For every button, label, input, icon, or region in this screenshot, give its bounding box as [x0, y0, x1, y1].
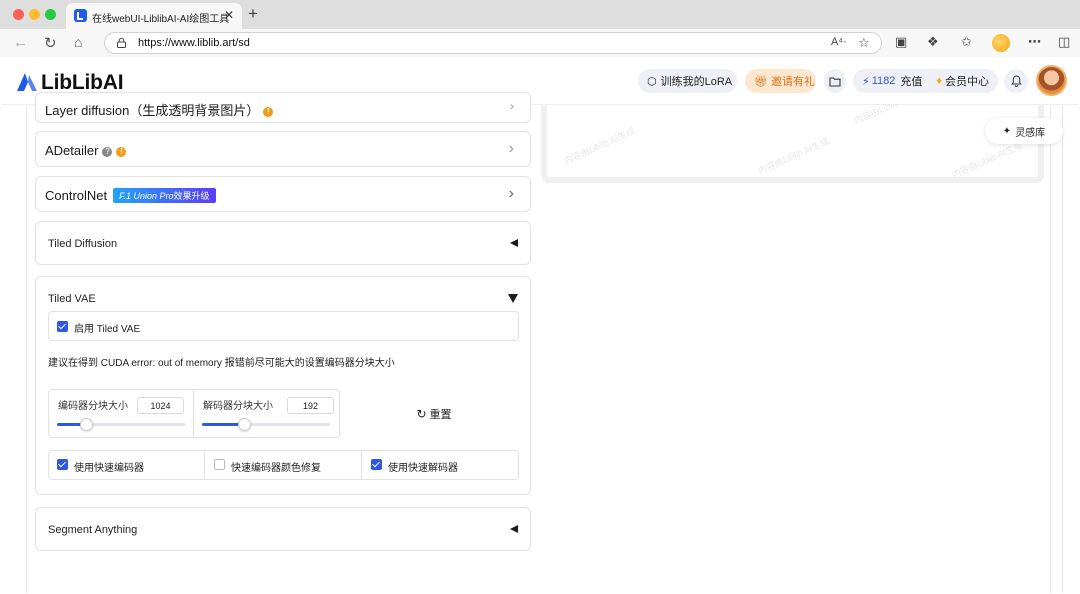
chevron-right-icon[interactable]: ›	[509, 140, 514, 158]
browser-nav-bar: ← ↻ ⌂ https://www.liblib.art/sd A⁴· ☆ ▣ …	[0, 29, 1080, 57]
train-lora-label: 训练我的LoRA	[660, 76, 733, 88]
new-tab-button[interactable]: +	[248, 4, 258, 24]
liblib-favicon-icon	[74, 9, 87, 22]
segment-anything-panel[interactable]: Segment Anything	[35, 507, 531, 551]
encoder-tile-slider-thumb[interactable]	[79, 418, 93, 431]
collections-icon[interactable]: ▣	[895, 34, 907, 50]
url-text: https://www.liblib.art/sd	[138, 37, 250, 49]
browser-tab-active[interactable]: 在线webUI-LiblibAI-AI绘图工具 ✕	[66, 3, 242, 29]
content-divider-right	[1050, 105, 1051, 593]
adetailer-panel[interactable]: ADetailer?! ›	[35, 131, 531, 167]
fast-encoder-color-fix-checkbox[interactable]	[214, 459, 225, 470]
favorites-list-icon[interactable]: ✩	[961, 34, 972, 50]
train-lora-button[interactable]: ⬡ 训练我的LoRA	[638, 69, 737, 93]
diamond-icon: ♦	[936, 75, 943, 87]
reset-icon: ↻	[416, 406, 427, 421]
fast-decoder-label: 使用快速解码器	[388, 463, 458, 474]
fast-encoder-checkbox[interactable]	[57, 459, 68, 470]
credits-count: 1182	[871, 75, 896, 87]
scrollbar-track[interactable]	[1062, 105, 1063, 593]
tiled-vae-title: Tiled VAE	[48, 293, 96, 305]
memory-note: 建议在得到 CUDA error: out of memory 报错前尽可能大的…	[48, 358, 395, 369]
member-center-label[interactable]: 会员中心	[945, 73, 989, 89]
chevron-right-icon[interactable]: ›	[510, 99, 514, 113]
chevron-right-icon[interactable]: ›	[509, 185, 514, 203]
home-icon[interactable]: ⌂	[74, 34, 82, 50]
browser-tab-bar: 在线webUI-LiblibAI-AI绘图工具 ✕ +	[0, 0, 1080, 29]
decoder-tile-label: 解码器分块大小	[203, 401, 273, 412]
extensions-icon[interactable]: ❖	[927, 34, 939, 50]
tiled-diffusion-panel[interactable]: Tiled Diffusion	[35, 221, 531, 265]
enable-tiled-vae-label: 启用 Tiled VAE	[74, 324, 141, 335]
address-bar[interactable]: https://www.liblib.art/sd A⁴· ☆	[104, 32, 882, 54]
favorite-star-icon[interactable]: ☆	[858, 35, 870, 51]
controlnet-title: ControlNet F.1 Union Pro效果升级	[45, 188, 216, 203]
reset-button[interactable]: ↻ 重置	[349, 389, 519, 438]
read-aloud-icon[interactable]: A⁴·	[831, 36, 847, 48]
decoder-tile-slider[interactable]	[202, 418, 330, 431]
encoder-tile-input[interactable]: 1024	[137, 397, 184, 414]
warning-icon: !	[263, 107, 274, 117]
help-icon[interactable]: ?	[102, 147, 113, 157]
fast-encoder-color-fix-label: 快速编码器颜色修复	[231, 463, 321, 474]
cube-icon: ⬡	[647, 75, 657, 88]
segment-anything-title: Segment Anything	[48, 524, 138, 536]
fast-decoder-checkbox[interactable]	[371, 459, 382, 470]
expand-triangle-icon[interactable]	[508, 294, 518, 303]
encoder-tile-label: 编码器分块大小	[58, 401, 128, 412]
decoder-tile-slider-thumb[interactable]	[237, 418, 251, 431]
lightning-icon: ⚡︎	[862, 75, 870, 88]
layer-diffusion-title: Layer diffusion（生成透明背景图片）!	[45, 100, 274, 119]
bell-icon	[1010, 75, 1022, 87]
adetailer-title: ADetailer?!	[45, 143, 127, 158]
liblib-logo-icon[interactable]	[16, 72, 38, 92]
user-avatar[interactable]	[1036, 65, 1067, 96]
credits-pill[interactable]: ⚡︎ 1182 充值 ♦ 会员中心	[853, 69, 998, 93]
back-arrow-icon[interactable]: ←	[13, 34, 28, 51]
watermark-text: 内容由Liblib AI生成	[950, 139, 1025, 181]
layer-diffusion-panel[interactable]: Layer diffusion（生成透明背景图片）! ›	[35, 92, 531, 123]
recharge-label[interactable]: 充值	[900, 73, 922, 89]
window-minimize-button[interactable]	[29, 9, 40, 20]
upgrade-badge: F.1 Union Pro效果升级	[113, 188, 216, 203]
reset-label: 重置	[429, 408, 452, 421]
window-maximize-button[interactable]	[45, 9, 56, 20]
enable-tiled-vae-checkbox[interactable]	[57, 321, 68, 332]
folder-button[interactable]	[824, 69, 846, 93]
invite-label: 邀请有礼	[770, 76, 815, 88]
watermark-text: 内容由Liblib AI生成	[756, 135, 831, 177]
fast-encoder-label: 使用快速编码器	[74, 463, 144, 474]
reload-icon[interactable]: ↻	[44, 34, 57, 52]
watermark-text: 内容由Liblib AI生成	[562, 125, 637, 167]
lock-icon	[117, 38, 126, 48]
browser-profile-icon[interactable]	[992, 34, 1010, 52]
watermark-text: 内容由Liblib AI生成	[852, 105, 927, 127]
content-divider-left	[26, 105, 27, 593]
gift-icon: 🎁︎	[754, 75, 768, 88]
tab-title: 在线webUI-LiblibAI-AI绘图工具	[92, 14, 230, 25]
warning-icon: !	[116, 147, 127, 157]
option-divider	[361, 451, 362, 479]
collapse-triangle-icon[interactable]	[510, 239, 518, 247]
window-close-button[interactable]	[13, 9, 24, 20]
inspiration-library-button[interactable]: ✦ 灵感库	[985, 118, 1063, 144]
notification-button[interactable]	[1004, 69, 1028, 93]
inspiration-label: 灵感库	[1015, 127, 1046, 139]
slider-divider	[193, 390, 194, 437]
folder-icon	[829, 76, 841, 87]
sparkle-icon: ✦	[1002, 125, 1012, 137]
sidebar-toggle-icon[interactable]: ◫	[1058, 34, 1070, 50]
tab-close-icon[interactable]: ✕	[224, 8, 234, 22]
more-menu-icon[interactable]: ⋯	[1028, 34, 1041, 50]
collapse-triangle-icon[interactable]	[510, 525, 518, 533]
option-divider	[204, 451, 205, 479]
encoder-tile-slider[interactable]	[57, 418, 185, 431]
image-preview-area: 内容由Liblib AI生成 内容由Liblib AI生成 内容由Liblib …	[541, 105, 1044, 183]
tiled-diffusion-title: Tiled Diffusion	[48, 238, 118, 250]
decoder-tile-input[interactable]: 192	[287, 397, 334, 414]
controlnet-panel[interactable]: ControlNet F.1 Union Pro效果升级 ›	[35, 176, 531, 212]
invite-button[interactable]: 🎁︎ 邀请有礼	[745, 69, 816, 93]
